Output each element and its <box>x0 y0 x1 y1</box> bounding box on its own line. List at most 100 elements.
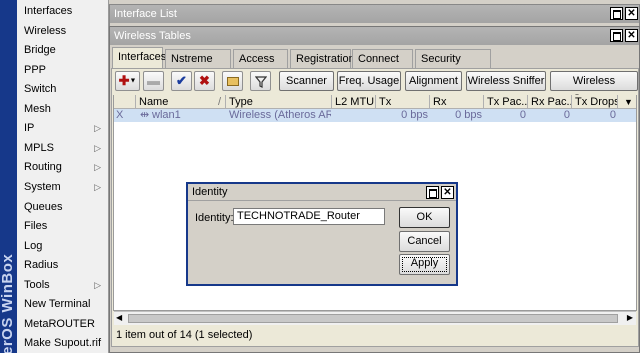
menu-item-switch[interactable]: Switch <box>17 80 109 99</box>
scrollbar-thumb[interactable] <box>128 314 618 323</box>
menu-item-tools[interactable]: Tools ▷ <box>17 276 109 295</box>
row-tx-drops: 0 <box>609 109 616 121</box>
interface-list-titlebar[interactable]: Interface List <box>110 5 639 23</box>
menu-item-label: Log <box>24 239 43 252</box>
filter-button[interactable] <box>250 71 271 91</box>
menu-item-files[interactable]: Files <box>17 217 109 236</box>
menu-item-mpls[interactable]: MPLS ▷ <box>17 139 109 158</box>
identity-dialog: Identity ✕ Identity: TECHNOTRADE_Router … <box>186 182 458 286</box>
menu-item-label: Switch <box>24 83 57 96</box>
column-name[interactable]: Name / <box>136 95 226 109</box>
row-rx-packets: 0 <box>563 109 570 121</box>
submenu-arrow-icon: ▷ <box>94 279 101 290</box>
menu-item-routing[interactable]: Routing ▷ <box>17 158 109 177</box>
identity-title: Identity <box>192 186 228 198</box>
menu-item-label: Bridge <box>24 44 56 57</box>
menu-item-radius[interactable]: Radius <box>17 256 109 275</box>
status-bar: 1 item out of 14 (1 selected) <box>114 327 636 343</box>
tab-connect-list[interactable]: Connect List <box>352 49 413 83</box>
tab-interfaces[interactable]: Interfaces <box>112 47 166 69</box>
menu-item-label: Make Supout.rif <box>24 337 102 350</box>
column-tx[interactable]: Tx <box>376 95 430 109</box>
menu-item-label: MetaROUTER <box>24 317 95 330</box>
row-type: Wireless (Atheros AR9... <box>229 109 331 121</box>
menu-item-system[interactable]: System ▷ <box>17 178 109 197</box>
column-chooser-icon[interactable]: ▼ <box>618 95 636 109</box>
column-type[interactable]: Type <box>226 95 332 109</box>
identity-titlebar[interactable]: Identity <box>188 184 456 201</box>
enable-button[interactable]: ✔ <box>171 71 192 91</box>
add-button[interactable]: ✚▼ <box>115 71 140 91</box>
row-tx-packets: 0 <box>519 109 526 121</box>
cancel-button[interactable]: Cancel <box>399 231 450 252</box>
menu-item-mesh[interactable]: Mesh <box>17 100 109 119</box>
comment-icon <box>226 77 239 87</box>
menu-item-ppp[interactable]: PPP <box>17 61 109 80</box>
tab-security-profiles[interactable]: Security Profiles <box>415 49 491 83</box>
row-l2mtu <box>334 109 374 122</box>
menu-item-label: Routing <box>24 161 62 174</box>
wireless-tables-title: Wireless Tables <box>114 30 191 42</box>
disable-button[interactable]: ✖ <box>194 71 215 91</box>
menu-item-new-terminal[interactable]: New Terminal <box>17 295 109 314</box>
menu-item-metarouter[interactable]: MetaROUTER <box>17 315 109 334</box>
menu-item-queues[interactable]: Queues <box>17 198 109 217</box>
scanner-button[interactable]: Scanner <box>279 71 334 91</box>
tab-registration[interactable]: Registration <box>290 49 355 68</box>
column-tx-drops[interactable]: Tx Drops <box>572 95 618 109</box>
column-flag[interactable] <box>114 95 136 109</box>
ok-button[interactable]: OK <box>399 207 450 228</box>
row-name: wlan1 <box>152 109 181 121</box>
submenu-arrow-icon: ▷ <box>94 162 101 173</box>
submenu-arrow-icon: ▷ <box>94 123 101 134</box>
menu-item-ip[interactable]: IP ▷ <box>17 119 109 138</box>
maximize-icon[interactable] <box>426 186 439 199</box>
submenu-arrow-icon: ▷ <box>94 181 101 192</box>
row-rx: 0 bps <box>455 109 482 121</box>
menu-item-label: New Terminal <box>24 298 91 311</box>
row-icon: ⇹ <box>140 109 150 121</box>
column-rx[interactable]: Rx <box>430 95 484 109</box>
identity-input[interactable]: TECHNOTRADE_Router <box>233 208 385 225</box>
row-tx: 0 bps <box>401 109 428 121</box>
close-icon[interactable]: ✕ <box>625 29 638 42</box>
submenu-arrow-icon: ▷ <box>94 142 101 153</box>
horizontal-scrollbar[interactable]: ◀ ▶ <box>114 311 636 325</box>
menu-item-label: Wireless <box>24 24 67 37</box>
close-icon[interactable]: ✕ <box>625 7 638 20</box>
column-tx-packets[interactable]: Tx Pac... <box>484 95 528 109</box>
scroll-right-icon[interactable]: ▶ <box>627 313 633 322</box>
alignment-button[interactable]: Alignment <box>405 71 462 91</box>
scroll-left-icon[interactable]: ◀ <box>116 313 122 322</box>
remove-button[interactable]: ▬ <box>143 71 164 91</box>
comment-button[interactable] <box>222 71 243 91</box>
filter-icon <box>254 75 267 88</box>
wireless-snooper-button[interactable]: Wireless Snooper <box>550 71 638 105</box>
brand-text: erOS WinBox <box>0 253 16 353</box>
apply-button[interactable]: Apply <box>399 254 450 275</box>
status-text: 1 item out of 14 (1 selected) <box>116 329 253 341</box>
column-rx-packets[interactable]: Rx Pac... <box>528 95 572 109</box>
menu-item-label: Interfaces <box>24 5 73 17</box>
menu-item-wireless[interactable]: Wireless <box>17 22 109 41</box>
interface-list-title: Interface List <box>114 8 177 20</box>
tab-access-list[interactable]: Access List <box>233 49 288 83</box>
menu-item-label: PPP <box>24 63 47 76</box>
maximize-icon[interactable] <box>610 29 623 42</box>
sort-icon: / <box>217 96 221 108</box>
maximize-icon[interactable] <box>610 7 623 20</box>
freq-usage-button[interactable]: Freq. Usage <box>337 71 401 91</box>
menu-item-bridge[interactable]: Bridge <box>17 41 109 60</box>
tab-nstreme-dual[interactable]: Nstreme Dual <box>165 49 231 83</box>
menu-item-log[interactable]: Log <box>17 237 109 256</box>
column-l2mtu[interactable]: L2 MTU <box>332 95 376 109</box>
menu-item-make-supout-rif[interactable]: Make Supout.rif <box>17 334 109 353</box>
menu-item-interfaces[interactable]: Interfaces <box>17 2 109 21</box>
menu-item-label: Files <box>24 220 48 233</box>
menu-item-label: Mesh <box>24 102 51 115</box>
wireless-sniffer-button[interactable]: Wireless Sniffer <box>466 71 546 91</box>
wireless-tables-titlebar[interactable]: Wireless Tables <box>110 27 639 45</box>
close-icon[interactable]: ✕ <box>441 186 454 199</box>
menu-item-label: System <box>24 180 61 193</box>
menu-item-label: Queues <box>24 200 63 213</box>
